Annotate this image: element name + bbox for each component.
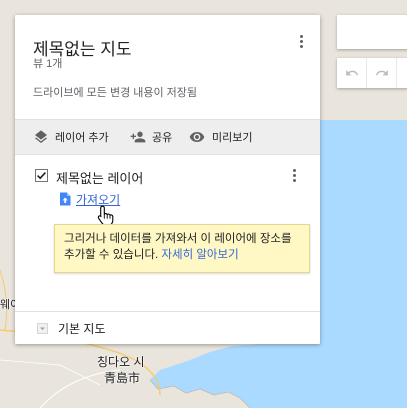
map-label-city-ko: 칭다오 시: [97, 355, 145, 369]
redo-button[interactable]: [367, 58, 397, 88]
layer-name[interactable]: 제목없는 레이어: [56, 168, 143, 187]
kebab-dot-icon: [292, 174, 296, 177]
redo-icon: [375, 70, 388, 76]
preview-button[interactable]: 미리보기: [188, 120, 252, 154]
add-layer-label: 레이어 추가: [55, 132, 109, 144]
file-upload-icon: [60, 192, 71, 206]
layers-icon: [35, 130, 47, 144]
undo-redo-group: [337, 58, 407, 88]
share-button[interactable]: 공유: [130, 120, 172, 154]
search-box[interactable]: [337, 15, 407, 49]
chevron-down-icon: [37, 322, 48, 334]
learn-more-link[interactable]: 자세히 알아보기: [161, 249, 238, 261]
add-layer-button[interactable]: 레이어 추가: [33, 120, 109, 154]
panel-header: 제목없는 지도 뷰 1개 드라이브에 모든 변경 내용이 저장됨: [15, 15, 320, 119]
layer-visibility-checkbox[interactable]: [35, 169, 48, 182]
preview-label: 미리보기: [212, 132, 253, 144]
undo-icon: [345, 70, 358, 76]
kebab-dot-icon: [292, 179, 296, 182]
import-tooltip: 그리거나 데이터를 가져와서 이 레이어에 장소를 추가할 수 있습니다. 자세…: [54, 224, 310, 273]
add-person-icon: [130, 131, 146, 143]
share-label: 공유: [152, 132, 173, 144]
kebab-dot-icon: [299, 40, 303, 43]
undo-button[interactable]: [337, 58, 367, 88]
base-map-label: 기본 지도: [58, 321, 106, 336]
map-options-menu-button[interactable]: [298, 35, 304, 51]
map-panel: 제목없는 지도 뷰 1개 드라이브에 모든 변경 내용이 저장됨 레이어 추가 …: [15, 15, 320, 344]
save-status: 드라이브에 모든 변경 내용이 저장됨: [33, 87, 198, 99]
kebab-dot-icon: [299, 35, 303, 38]
eye-icon: [189, 132, 205, 142]
panel-toolbar: 레이어 추가 공유 미리보기: [15, 119, 320, 155]
kebab-dot-icon: [292, 169, 296, 172]
divider: [15, 311, 320, 312]
kebab-dot-icon: [299, 45, 303, 48]
map-label-city-zh: 青島市: [104, 371, 141, 385]
layer-options-menu-button[interactable]: [291, 169, 297, 185]
view-count: 뷰 1개: [33, 58, 63, 70]
base-map-toggle[interactable]: 기본 지도: [37, 320, 106, 336]
